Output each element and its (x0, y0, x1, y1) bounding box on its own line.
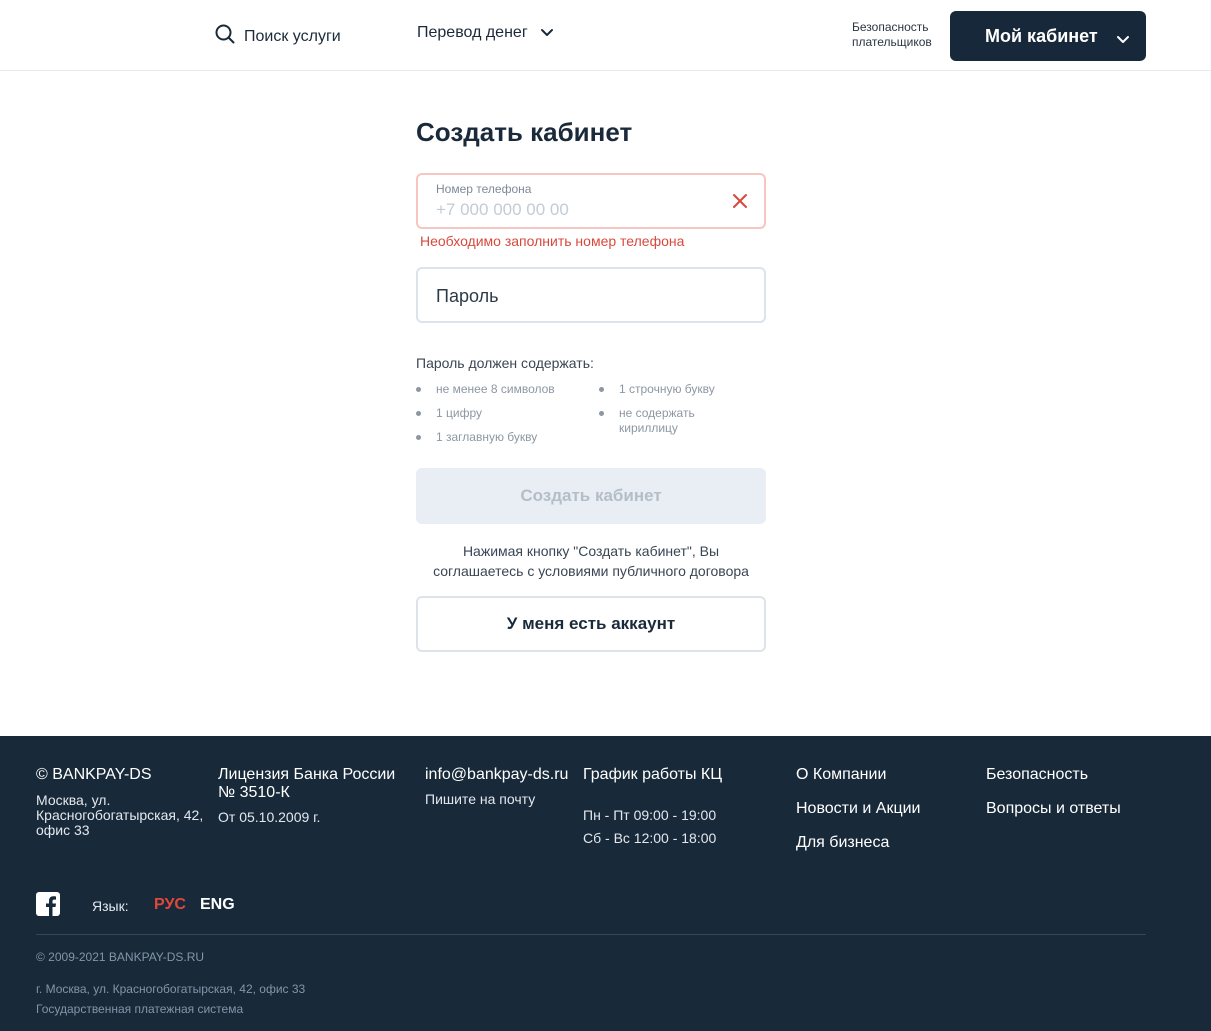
language-en-option[interactable]: ENG (200, 896, 235, 914)
password-requirements-title: Пароль должен содержать: (416, 355, 594, 371)
requirement-item: 1 заглавную букву (415, 430, 538, 444)
phone-error-message: Необходимо заполнить номер телефона (420, 233, 685, 249)
payer-safety-link[interactable]: Безопасность плательщиков (852, 20, 932, 50)
chevron-down-icon (1116, 28, 1130, 49)
password-input[interactable] (436, 286, 736, 307)
password-field[interactable] (416, 267, 766, 323)
footer-email-link[interactable]: info@bankpay-ds.ru (425, 766, 568, 784)
phone-field[interactable]: Номер телефона (416, 173, 766, 229)
footer-schedule-weekend: Сб - Вс 12:00 - 18:00 (583, 830, 717, 846)
facebook-icon[interactable] (36, 892, 60, 921)
search-service-label: Поиск услуги (244, 27, 341, 45)
footer-link-about[interactable]: О Компании (796, 766, 886, 784)
my-cabinet-label: Мой кабинет (985, 25, 1098, 46)
footer-link-news[interactable]: Новости и Акции (796, 800, 920, 818)
footer-address: Москва, ул. Красногобогатырская, 42, офи… (36, 793, 203, 838)
footer-link-security[interactable]: Безопасность (986, 766, 1088, 784)
footer-schedule-title: График работы КЦ (583, 766, 723, 783)
requirement-item: 1 строчную букву (599, 382, 715, 396)
footer-bottom-address: г. Москва, ул. Красногобогатырская, 42, … (36, 982, 306, 996)
footer-email-hint: Пишите на почту (425, 791, 536, 807)
chevron-down-icon (540, 24, 554, 42)
footer-payment-system: Государственная платежная система (36, 1002, 244, 1016)
footer-license-line: Лицензия Банка России (218, 766, 396, 783)
page-title: Создать кабинет (416, 117, 633, 147)
create-cabinet-button[interactable]: Создать кабинет (416, 468, 766, 524)
footer-address-line: Красногобогатырская, 42, (36, 807, 204, 823)
terms-line2[interactable]: соглашаетесь с условиями публичного дого… (416, 561, 766, 581)
terms-line1: Нажимая кнопку "Создать кабинет", Вы (462, 543, 720, 559)
footer-link-faq[interactable]: Вопросы и ответы (986, 800, 1121, 818)
footer-copyright: © 2009-2021 BANKPAY-DS.RU (36, 950, 205, 964)
footer-link-business[interactable]: Для бизнеса (796, 834, 889, 852)
site-footer: © BANKPAY-DS Москва, ул. Красногобогатыр… (0, 736, 1211, 1031)
footer-address-line: офис 33 (36, 822, 90, 838)
requirement-item: не менее 8 символов (416, 382, 555, 396)
footer-license-date: От 05.10.2009 г. (218, 809, 321, 825)
footer-license: Лицензия Банка России № 3510-К (218, 766, 395, 802)
language-label: Язык: (92, 898, 129, 914)
site-header: Поиск услуги Перевод денег Безопасность … (0, 0, 1211, 71)
payer-safety-line2: плательщиков (852, 35, 932, 49)
footer-license-line: № 3510-К (218, 784, 290, 801)
my-cabinet-button[interactable]: Мой кабинет (950, 11, 1146, 61)
footer-address-line: Москва, ул. (36, 792, 111, 808)
language-ru-option[interactable]: РУС (154, 896, 186, 914)
money-transfer-label: Перевод денег (417, 24, 528, 41)
money-transfer-dropdown[interactable]: Перевод денег (417, 24, 554, 42)
search-service-link[interactable]: Поиск услуги (215, 24, 341, 49)
terms-notice: Нажимая кнопку "Создать кабинет", Вы сог… (416, 541, 766, 581)
phone-input[interactable] (436, 200, 716, 220)
requirement-item: 1 цифру (416, 406, 482, 420)
footer-divider (36, 934, 1146, 935)
footer-schedule-weekdays: Пн - Пт 09:00 - 19:00 (583, 807, 717, 823)
phone-field-label: Номер телефона (436, 182, 532, 196)
close-icon[interactable] (732, 193, 748, 214)
payer-safety-line1: Безопасность (852, 20, 929, 34)
search-icon (215, 24, 235, 49)
footer-brand: © BANKPAY-DS (36, 766, 152, 783)
requirement-item: не содержать кириллицу (599, 406, 729, 436)
have-account-button[interactable]: У меня есть аккаунт (416, 596, 766, 652)
